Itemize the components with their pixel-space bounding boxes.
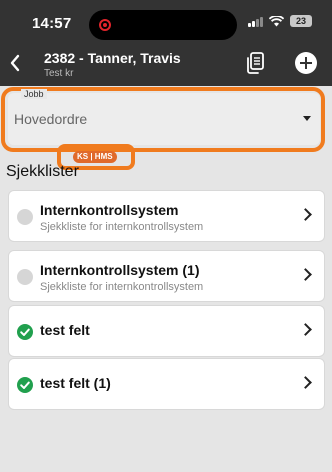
checklist-item[interactable]: Internkontrollsystem Sjekkliste for inte… (8, 190, 325, 242)
wifi-icon (269, 15, 284, 26)
job-select[interactable]: Jobb Hovedordre (8, 89, 320, 145)
recording-icon (99, 19, 111, 31)
page-title: 2382 - Tanner, Travis (44, 50, 181, 66)
page-subtitle: Test kr (44, 68, 74, 79)
chevron-right-icon (299, 323, 312, 336)
job-field-label: Jobb (21, 89, 47, 99)
add-button[interactable] (295, 52, 317, 74)
chevron-right-icon (299, 268, 312, 281)
checklist-title: Internkontrollsystem (1) (40, 262, 200, 278)
checklist-title: Internkontrollsystem (40, 202, 179, 218)
status-icons: 23 (248, 15, 312, 27)
checklist-item[interactable]: Internkontrollsystem (1) Sjekkliste for … (8, 250, 325, 302)
top-bar: 14:57 23 2382 - Tanner, Travis Test kr (0, 0, 332, 86)
checklist-title: test felt (40, 322, 90, 338)
copy-document-icon (247, 52, 264, 74)
battery-icon: 23 (290, 15, 312, 27)
pending-status-icon (17, 209, 33, 225)
chevron-right-icon (299, 208, 312, 221)
back-button[interactable] (4, 48, 26, 78)
status-time: 14:57 (32, 15, 72, 32)
pending-status-icon (17, 269, 33, 285)
ks-hms-badge: KS | HMS (73, 151, 117, 163)
checklist-title: test felt (1) (40, 375, 111, 391)
section-heading: Sjekklister (6, 163, 79, 180)
caret-down-icon (303, 116, 311, 121)
job-field-value: Hovedordre (14, 111, 88, 127)
chevron-left-icon (10, 54, 20, 72)
checklist-item[interactable]: test felt (1) (8, 358, 325, 410)
copy-document-button[interactable] (244, 51, 266, 75)
check-circle-icon (17, 324, 33, 340)
checklist-subtitle: Sjekkliste for internkontrollsystem (40, 281, 204, 293)
dynamic-island (89, 10, 237, 40)
cellular-signal-icon (248, 16, 263, 27)
checklist-item[interactable]: test felt (8, 305, 325, 357)
check-circle-icon (17, 377, 33, 393)
checklist-subtitle: Sjekkliste for internkontrollsystem (40, 221, 204, 233)
chevron-right-icon (299, 376, 312, 389)
